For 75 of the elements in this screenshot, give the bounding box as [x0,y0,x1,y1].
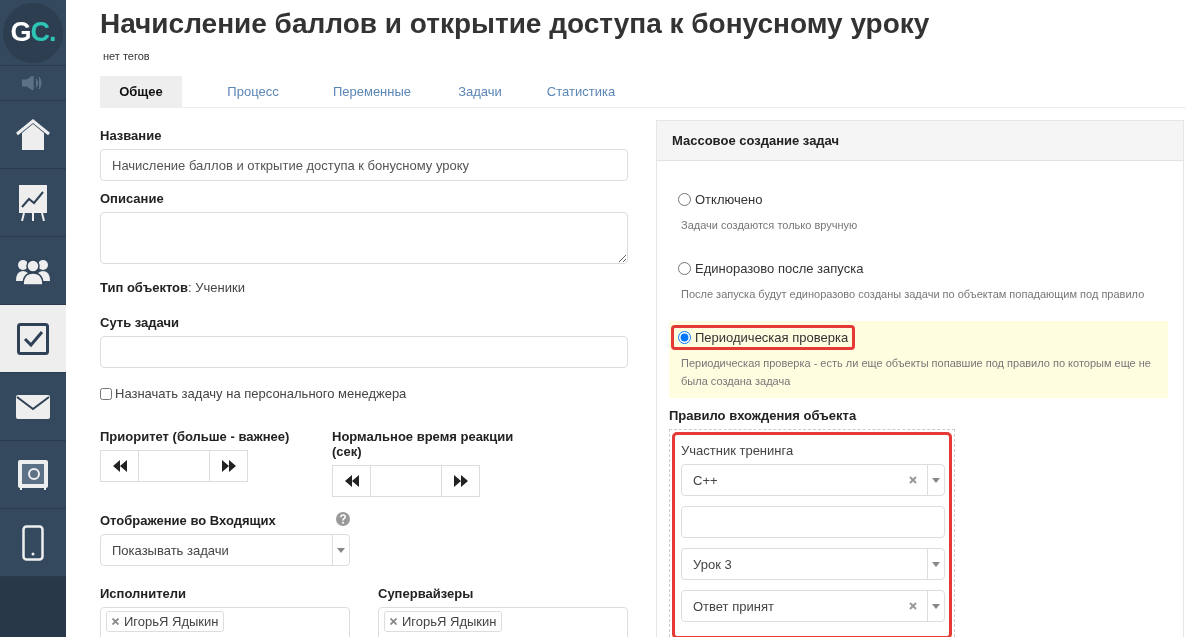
caret-icon [932,561,940,567]
phone-icon [22,524,44,561]
radio-option[interactable]: Периодическая проверка [671,325,856,350]
field-label: Нормальное время реакции (сек) [332,429,515,459]
option-description: Периодическая проверка - есть ли еще объекты попавшие под правило по которым еще не была создана задача [681,356,1151,389]
sidebar-item[interactable] [0,441,66,509]
sidebar-item[interactable] [0,305,66,373]
number-field[interactable] [138,451,210,481]
caret-icon [337,547,345,553]
tab[interactable]: Задачи [450,76,510,107]
radio-button[interactable] [678,193,691,206]
number-spinner[interactable] [100,450,248,482]
radio-option[interactable]: Единоразово после запуска [671,256,871,281]
option-description: После запуска будут единоразово созданы задачи по объектам попадающим под правило [681,287,1146,302]
tab[interactable]: Общее [100,76,182,107]
tab[interactable]: Переменные [324,76,420,107]
field-label: Описание [100,191,165,206]
checkbox[interactable] [100,387,112,400]
number-spinner[interactable] [332,465,480,497]
filter-field[interactable] [681,506,945,538]
object-type-text: Тип объектов: Ученики [100,280,246,295]
fast-forward-icon [453,475,468,487]
radio-button[interactable] [678,262,691,275]
clear-icon[interactable] [909,602,917,610]
tab[interactable]: Процесс [212,76,294,107]
rewind-icon [112,460,127,472]
remove-icon[interactable] [112,618,119,625]
sidebar-item[interactable] [0,101,66,169]
sidebar-item[interactable] [0,237,66,305]
field-label: Исполнители [100,586,187,601]
filter-select[interactable]: Урок 3 [681,548,945,580]
description-field[interactable] [100,212,628,264]
home-icon [15,118,51,151]
sidebar-item[interactable] [0,373,66,441]
sidebar-item[interactable] [0,509,66,577]
radio-button[interactable] [678,331,691,344]
checkbox-icon [17,322,49,355]
field-label: Отображение во Входящих [100,513,276,528]
field-label: Суть задачи [100,315,180,330]
name-field[interactable]: Начисление баллов и открытие доступа к бонусному уроку [100,149,628,181]
remove-icon[interactable] [390,618,397,625]
page-title: Начисление баллов и открытие доступа к бонусному уроку [100,8,931,40]
filter-select[interactable]: Ответ принят [681,590,945,622]
radio-option[interactable]: Отключено [671,187,770,212]
option-description: Задачи создаются только вручную [681,218,859,233]
tag-field[interactable]: ИгорьЯ Ядыкин [100,607,350,637]
checkbox-label: Назначать задачу на персонального менеджера [115,386,407,401]
tab[interactable]: Статистика [540,76,622,107]
field-label: Приоритет (больше - важнее) [100,429,291,444]
panel-title: Массовое создание задач [657,121,1183,161]
envelope-icon [16,394,50,419]
rewind-icon [344,475,359,487]
fast-forward-icon [221,460,236,472]
users-icon [16,256,50,285]
caret-icon [932,477,940,483]
section-title: Правило вхождения объекта [669,408,858,423]
sidebar-item[interactable] [0,169,66,237]
speaker-icon [22,76,44,90]
rule-label: Участник тренинга [681,443,795,458]
number-field[interactable] [370,466,442,496]
field-label: Супервайзеры [378,586,475,601]
tag-label: ИгорьЯ Ядыкин [402,614,497,629]
clear-icon[interactable] [909,476,917,484]
inbox-display-select[interactable]: Показывать задачи [100,534,350,566]
help-icon[interactable] [335,511,350,526]
tag-field[interactable]: ИгорьЯ Ядыкин [378,607,628,637]
caret-icon [932,603,940,609]
filter-select[interactable]: C++ [681,464,945,496]
safe-icon [17,458,49,491]
tags-text: нет тегов [103,50,151,62]
essence-field[interactable] [100,336,628,368]
logo[interactable]: GC. [3,2,63,63]
chart-board-icon [19,184,47,221]
field-label: Название [100,128,163,143]
tag-label: ИгорьЯ Ядыкин [124,614,219,629]
